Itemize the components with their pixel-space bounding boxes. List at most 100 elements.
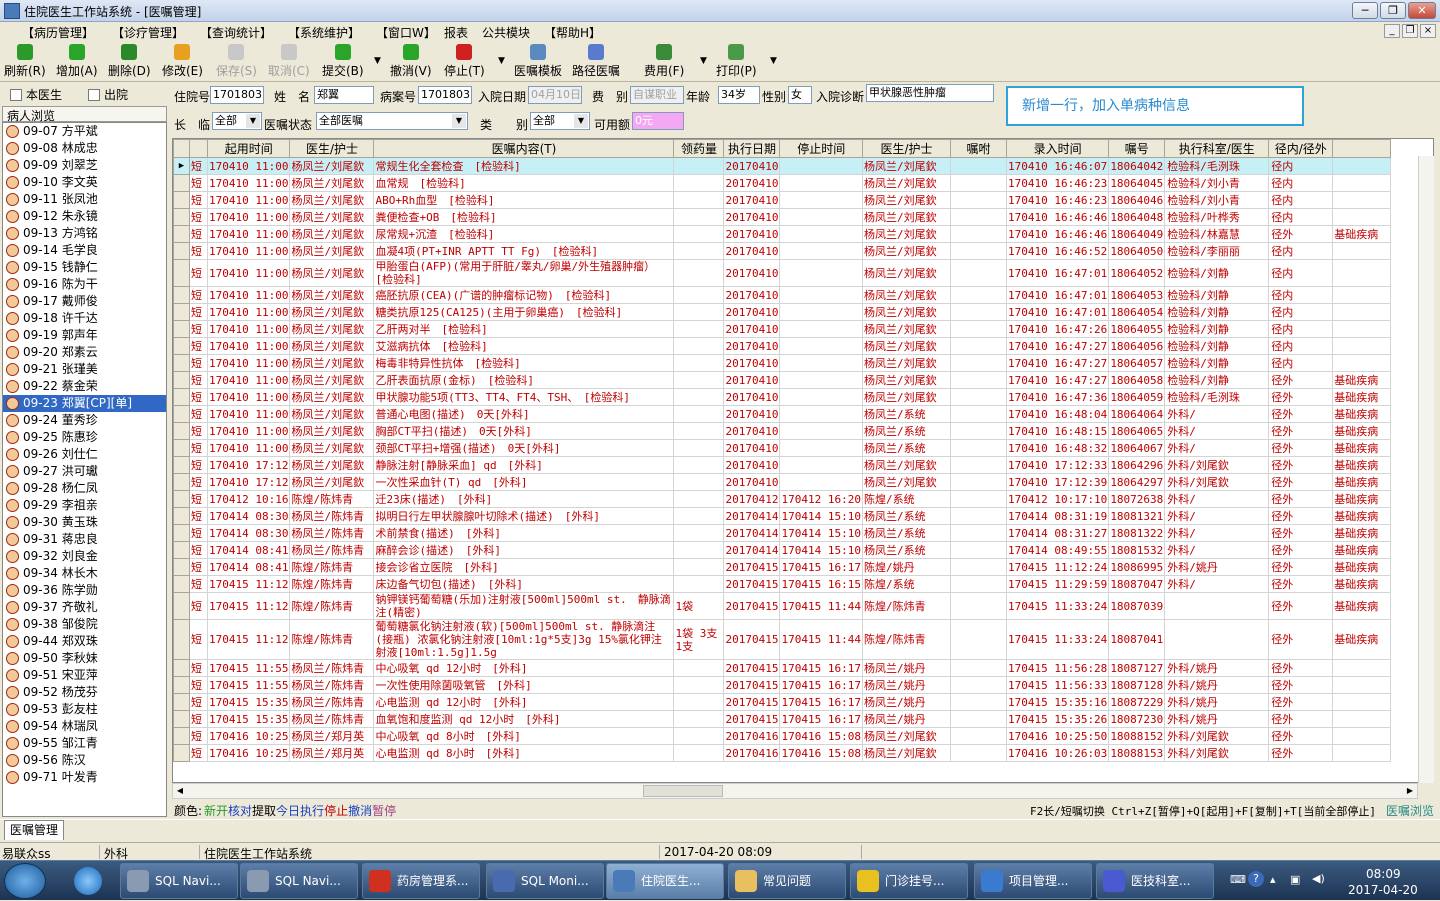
table-cell[interactable] (949, 371, 1007, 389)
table-cell[interactable]: 径外 (1268, 727, 1334, 745)
table-cell[interactable]: 杨凤兰/刘尾欽 (861, 174, 951, 192)
table-cell[interactable]: 1袋 (673, 592, 725, 620)
table-cell[interactable]: 外科/ (1164, 439, 1270, 457)
table-cell[interactable]: 170415 11:12 (206, 575, 291, 593)
patient-list-item[interactable]: 09-10 李文英 (3, 174, 166, 191)
table-cell[interactable]: 18064046 (1108, 191, 1166, 209)
table-cell[interactable]: 18081322 (1108, 524, 1166, 542)
table-cell[interactable]: 20170410 (723, 259, 781, 287)
row-indicator[interactable] (173, 659, 190, 677)
table-cell[interactable]: 170410 16:48:15 (1005, 422, 1110, 440)
table-cell[interactable]: 基础疾病 (1332, 592, 1392, 620)
table-row[interactable]: 短 170410 17:12 杨凤兰/刘尾欽 一次性采血针(T) qd [外科] 201… (173, 473, 1392, 491)
table-cell[interactable]: 杨凤兰/系统 (861, 541, 951, 559)
table-cell[interactable] (1332, 659, 1392, 677)
row-indicator[interactable] (173, 303, 190, 321)
table-cell[interactable] (673, 473, 725, 491)
table-cell[interactable]: 杨凤兰/刘尾欽 (861, 208, 951, 226)
column-header[interactable]: 医生/护士 (289, 139, 375, 158)
table-cell[interactable] (673, 727, 725, 745)
table-row[interactable]: 短 170410 11:00 杨凤兰/刘尾欽 甲胎蛋白(AFP)(常用于肝脏/睾丸/卵… (173, 259, 1392, 287)
table-cell[interactable]: 短 (189, 405, 208, 423)
table-cell[interactable]: 20170415 (723, 619, 781, 660)
name-field[interactable]: 郑翼 (314, 86, 374, 104)
table-cell[interactable]: 短 (189, 575, 208, 593)
table-cell[interactable]: 杨凤兰/刘尾欽 (289, 303, 375, 321)
table-cell[interactable] (949, 174, 1007, 192)
toolbar-button-12[interactable]: 打印(P) (716, 44, 757, 79)
table-row[interactable]: 短 170410 11:00 杨凤兰/刘尾欽 癌胚抗原(CEA)(广谱的肿瘤标记物) … (173, 286, 1392, 304)
table-cell[interactable]: 杨凤兰/郑月英 (289, 727, 375, 745)
table-cell[interactable] (1332, 303, 1392, 321)
table-cell[interactable]: 径内 (1268, 174, 1334, 192)
table-cell[interactable]: 20170410 (723, 337, 781, 355)
table-cell[interactable]: 外科/姚丹 (1164, 676, 1270, 694)
table-cell[interactable]: 短 (189, 191, 208, 209)
table-cell[interactable] (673, 405, 725, 423)
table-cell[interactable]: 检验科/刘静 (1164, 286, 1270, 304)
my-doctor-checkbox[interactable]: 本医生 (10, 86, 62, 103)
table-cell[interactable] (1164, 592, 1270, 620)
inpatient-no-field[interactable]: 1701803 (210, 86, 264, 104)
table-cell[interactable]: 径外 (1268, 541, 1334, 559)
table-cell[interactable]: 杨凤兰/刘尾欽 (289, 405, 375, 423)
table-cell[interactable]: 甲状腺功能5项(TT3、TT4、FT4、TSH、 [检验科] (373, 388, 675, 406)
patient-list-item[interactable]: 09-29 李祖亲 (3, 497, 166, 514)
table-cell[interactable] (673, 744, 725, 762)
table-cell[interactable]: 杨凤兰/刘尾欽 (861, 727, 951, 745)
patient-list-item[interactable]: 09-23 郑翼[CP][单] (3, 395, 166, 412)
vertical-scrollbar[interactable] (1418, 156, 1434, 783)
table-cell[interactable] (673, 422, 725, 440)
table-row[interactable]: 短 170416 10:25 杨凤兰/郑月英 中心吸氧 qd 8小时 [外科] 2017… (173, 727, 1392, 745)
table-cell[interactable]: 中心吸氧 qd 8小时 [外科] (373, 727, 675, 745)
table-cell[interactable] (779, 354, 863, 372)
table-cell[interactable]: 杨凤兰/刘尾欽 (289, 337, 375, 355)
table-cell[interactable]: 一次性使用除菌吸氧管 [外科] (373, 676, 675, 694)
table-cell[interactable]: 陈煌/陈炜青 (289, 558, 375, 576)
toolbar-button-11[interactable]: 费用(F) (644, 44, 684, 79)
table-cell[interactable] (949, 473, 1007, 491)
table-cell[interactable] (673, 303, 725, 321)
table-cell[interactable]: 杨凤兰/刘尾欽 (861, 388, 951, 406)
table-cell[interactable]: 检验科/刘小青 (1164, 174, 1270, 192)
table-cell[interactable] (949, 303, 1007, 321)
table-cell[interactable]: 外科/ (1164, 422, 1270, 440)
menu-help[interactable]: 【帮助H】 (544, 24, 601, 41)
row-indicator[interactable] (173, 388, 190, 406)
table-cell[interactable]: 径外 (1268, 422, 1334, 440)
table-cell[interactable]: 外科/刘尾欽 (1164, 456, 1270, 474)
table-cell[interactable]: 检验科/刘静 (1164, 371, 1270, 389)
table-cell[interactable]: 径外 (1268, 619, 1334, 660)
table-cell[interactable]: 径外 (1268, 558, 1334, 576)
table-cell[interactable]: 20170410 (723, 157, 781, 175)
taskbar-item[interactable]: 项目管理... (974, 863, 1092, 899)
table-cell[interactable]: 短 (189, 456, 208, 474)
patient-list[interactable]: 09-07 方平斌 09-08 林成忠 09-09 刘翠芝 09-10 李文英 09-1… (2, 122, 167, 817)
table-cell[interactable]: 检验科/刘静 (1164, 337, 1270, 355)
table-cell[interactable]: 陈煌/姚丹 (861, 558, 951, 576)
table-cell[interactable]: 18064296 (1108, 456, 1166, 474)
column-header[interactable]: 执行日期 (723, 139, 781, 158)
table-cell[interactable] (673, 676, 725, 694)
table-cell[interactable]: 170410 16:48:04 (1005, 405, 1110, 423)
table-cell[interactable]: 外科/ (1164, 575, 1270, 593)
column-header[interactable]: 执行科室/医生 (1164, 139, 1270, 158)
table-cell[interactable]: 170415 16:15 (779, 575, 863, 593)
table-row[interactable]: 短 170410 11:00 杨凤兰/刘尾欽 乙肝表面抗原(金标) [检验科] 2017… (173, 371, 1392, 389)
network-icon[interactable]: ▣ (1290, 873, 1300, 886)
menu-window[interactable]: 【窗口W】 (376, 24, 436, 41)
table-cell[interactable] (949, 286, 1007, 304)
table-cell[interactable]: 短 (189, 371, 208, 389)
patient-list-item[interactable]: 09-15 钱静仁 (3, 259, 166, 276)
table-cell[interactable] (779, 259, 863, 287)
table-cell[interactable] (949, 676, 1007, 694)
row-indicator[interactable] (173, 286, 190, 304)
table-cell[interactable]: 1袋 3支 1支 (673, 619, 725, 660)
table-cell[interactable]: 170410 17:12 (206, 456, 291, 474)
row-indicator[interactable] (173, 405, 190, 423)
table-row[interactable]: 短 170415 11:55 杨凤兰/陈炜青 一次性使用除菌吸氧管 [外科] 20170… (173, 676, 1392, 694)
table-cell[interactable]: 170410 11:00 (206, 439, 291, 457)
table-cell[interactable]: 170414 08:30 (206, 524, 291, 542)
table-cell[interactable]: 18064067 (1108, 439, 1166, 457)
table-cell[interactable]: 18087128 (1108, 676, 1166, 694)
